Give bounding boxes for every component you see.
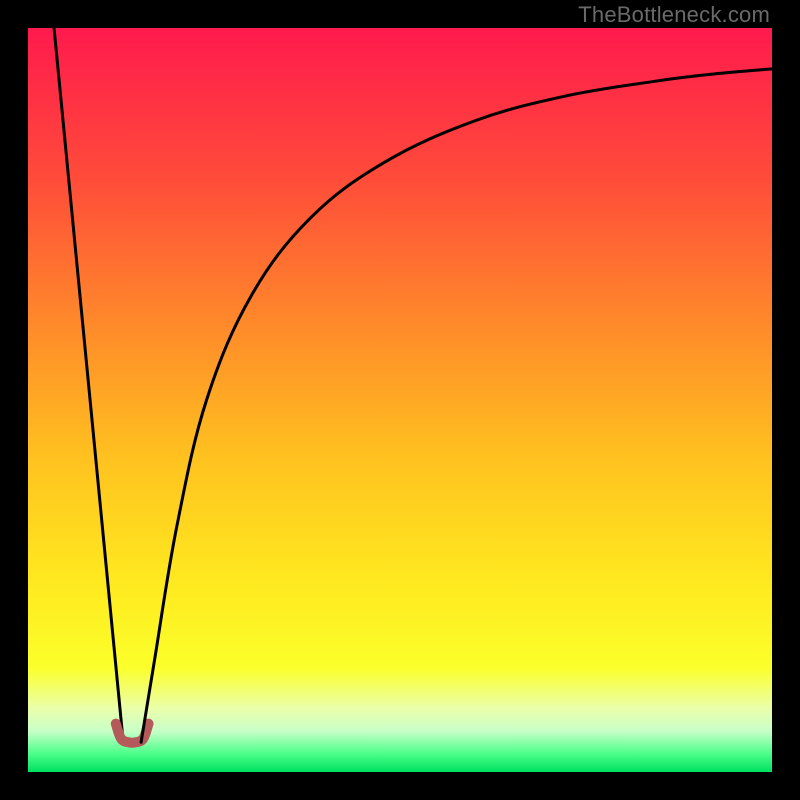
bottleneck-chart — [28, 28, 772, 772]
chart-frame — [28, 28, 772, 772]
watermark-text: TheBottleneck.com — [578, 2, 770, 28]
gradient-background — [28, 28, 772, 772]
